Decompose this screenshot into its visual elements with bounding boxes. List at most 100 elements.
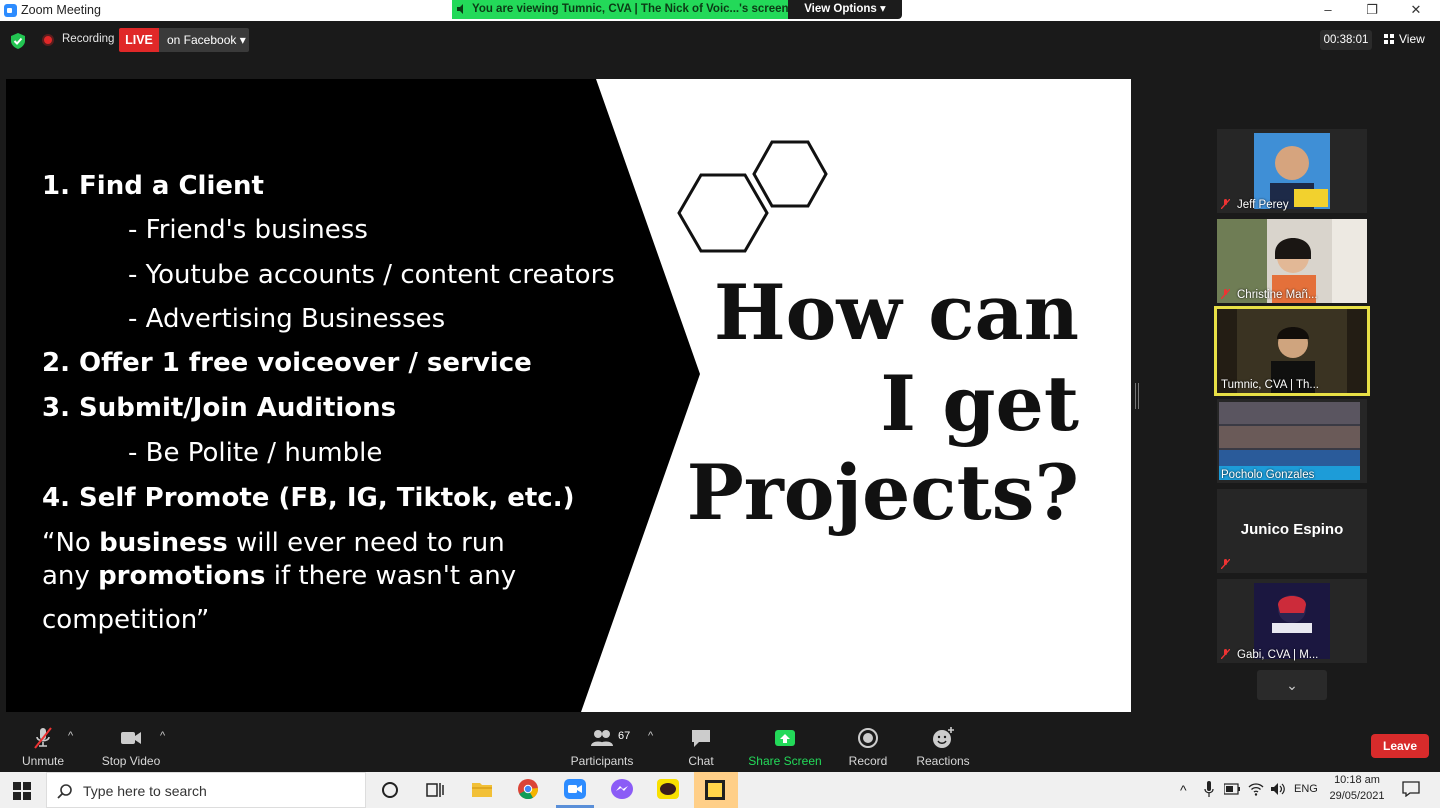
taskbar-search-box[interactable]: Type here to search — [46, 772, 366, 808]
slide-line: - Friend's business — [128, 215, 368, 245]
muted-mic-icon — [1221, 199, 1230, 209]
meeting-toolbar: Unmute ^ Stop Video ^ Participants 67 ^ … — [0, 712, 1440, 772]
participants-icon — [591, 730, 613, 746]
search-icon — [57, 784, 72, 799]
input-language[interactable]: ENG — [1294, 783, 1318, 795]
gallery-next-page-button[interactable]: ⌄ — [1257, 670, 1327, 700]
audio-options-caret[interactable]: ^ — [68, 730, 73, 742]
slide-quote-line: any promotions if there wasn't any — [42, 561, 517, 591]
wifi-icon[interactable] — [1248, 782, 1264, 796]
chat-bubble-icon — [692, 730, 710, 747]
viewing-screen-banner: You are viewing Tumnic, CVA | The Nick o… — [452, 0, 788, 19]
windows-start-icon[interactable] — [13, 782, 31, 800]
shared-screen[interactable]: 1. Find a Client - Friend's business - Y… — [6, 79, 1131, 712]
participant-name: Christine Mañ... — [1237, 289, 1318, 301]
live-badge: LIVE — [119, 28, 159, 52]
muted-microphone-icon — [34, 727, 52, 749]
chrome-icon[interactable] — [518, 779, 538, 799]
meeting-timer: 00:38:01 — [1320, 30, 1372, 50]
zoom-app-icon — [4, 4, 17, 17]
window-title: Zoom Meeting — [21, 3, 101, 17]
encryption-shield-icon[interactable] — [10, 33, 26, 49]
reactions-button[interactable]: Reactions — [916, 726, 970, 768]
zoom-taskbar-icon[interactable] — [564, 779, 586, 799]
volume-icon[interactable] — [1270, 782, 1286, 796]
messenger-icon[interactable] — [611, 779, 633, 799]
participant-photo — [1254, 133, 1330, 209]
unmute-button[interactable]: Unmute — [18, 726, 68, 768]
participant-tile[interactable]: Jeff Perey — [1217, 129, 1367, 213]
slide-line: 2. Offer 1 free voiceover / service — [42, 348, 532, 378]
viewing-screen-text: You are viewing Tumnic, CVA | The Nick o… — [472, 3, 788, 15]
restore-button[interactable]: ❐ — [1352, 1, 1392, 19]
clock[interactable]: 10:18 am 29/05/2021 — [1327, 774, 1387, 802]
reactions-label: Reactions — [916, 754, 970, 768]
participant-avatar — [1254, 583, 1330, 659]
recording-indicator-icon — [42, 34, 54, 46]
participant-tile-active-speaker[interactable]: Tumnic, CVA | Th... — [1214, 306, 1370, 396]
participant-name: Jeff Perey — [1237, 199, 1289, 211]
record-button[interactable]: Record — [846, 726, 890, 768]
recording-label[interactable]: Recording — [62, 33, 114, 45]
video-camera-icon — [121, 732, 141, 744]
file-explorer-icon[interactable] — [472, 780, 492, 798]
record-label: Record — [848, 754, 888, 768]
stop-video-label: Stop Video — [101, 754, 161, 768]
participant-name-display: Junico Espino — [1240, 521, 1344, 538]
battery-icon[interactable] — [1224, 783, 1240, 795]
share-screen-button[interactable]: Share Screen — [748, 726, 822, 768]
participant-tile[interactable]: Christine Mañ... — [1217, 219, 1367, 303]
participant-name: Tumnic, CVA | Th... — [1221, 379, 1319, 391]
search-placeholder: Type here to search — [83, 783, 207, 799]
share-screen-label: Share Screen — [748, 754, 822, 768]
muted-mic-icon — [1221, 559, 1230, 569]
participant-name: Gabi, CVA | M... — [1237, 649, 1319, 661]
participants-options-caret[interactable]: ^ — [648, 730, 653, 742]
slide-headline: How can — [713, 268, 1079, 357]
participants-count: 67 — [618, 730, 631, 742]
slide-line: 4. Self Promote (FB, IG, Tiktok, etc.) — [42, 483, 575, 513]
sticky-notes-taskbar-item[interactable] — [694, 772, 738, 808]
share-screen-icon — [775, 730, 795, 746]
tray-overflow-chevron-icon[interactable]: ^ — [1180, 782, 1187, 798]
kakaotalk-icon[interactable] — [657, 779, 679, 799]
slide-headline: Projects? — [686, 448, 1079, 537]
slide-line: 3. Submit/Join Auditions — [42, 393, 397, 423]
tray-microphone-icon[interactable] — [1204, 781, 1214, 797]
participant-tile[interactable]: Junico Espino — [1217, 489, 1367, 573]
record-icon — [858, 728, 878, 748]
live-stream-dropdown[interactable]: on Facebook ▾ — [159, 28, 249, 52]
task-view-icon[interactable] — [426, 781, 444, 799]
muted-mic-icon — [1221, 289, 1230, 299]
hexagons-decoration — [677, 140, 828, 253]
notifications-icon[interactable] — [1402, 781, 1420, 797]
view-options-button[interactable]: View Options ▾ — [788, 0, 902, 19]
unmute-label: Unmute — [21, 754, 65, 768]
slide-headline: I get — [880, 359, 1079, 448]
video-options-caret[interactable]: ^ — [160, 730, 165, 742]
clock-time: 10:18 am — [1334, 774, 1380, 786]
participant-tile[interactable]: Gabi, CVA | M... — [1217, 579, 1367, 663]
sticky-notes-icon — [705, 780, 725, 800]
participants-label: Participants — [570, 754, 634, 768]
minimize-button[interactable]: – — [1308, 1, 1348, 19]
panel-resize-handle[interactable] — [1135, 383, 1139, 409]
clock-date: 29/05/2021 — [1329, 790, 1385, 802]
chat-button[interactable]: Chat — [684, 726, 718, 768]
participant-name: Pocholo Gonzales — [1221, 469, 1315, 481]
stop-video-button[interactable]: Stop Video — [100, 726, 162, 768]
slide-line: 1. Find a Client — [42, 171, 264, 201]
slide-line: - Advertising Businesses — [128, 304, 446, 334]
slide-line: - Youtube accounts / content creators — [128, 260, 615, 290]
slide-line: - Be Polite / humble — [128, 438, 383, 468]
leave-meeting-button[interactable]: Leave — [1371, 734, 1429, 758]
grid-view-icon — [1384, 34, 1394, 44]
participant-tile[interactable]: Pocholo Gonzales — [1217, 399, 1367, 483]
view-label: View — [1399, 32, 1425, 46]
smiley-reaction-icon — [933, 727, 954, 748]
close-window-button[interactable]: ✕ — [1396, 1, 1436, 19]
slide-quote-line: competition” — [42, 605, 210, 635]
chat-label: Chat — [688, 754, 714, 768]
view-button[interactable]: View — [1384, 30, 1425, 48]
cortana-icon[interactable] — [381, 781, 399, 799]
